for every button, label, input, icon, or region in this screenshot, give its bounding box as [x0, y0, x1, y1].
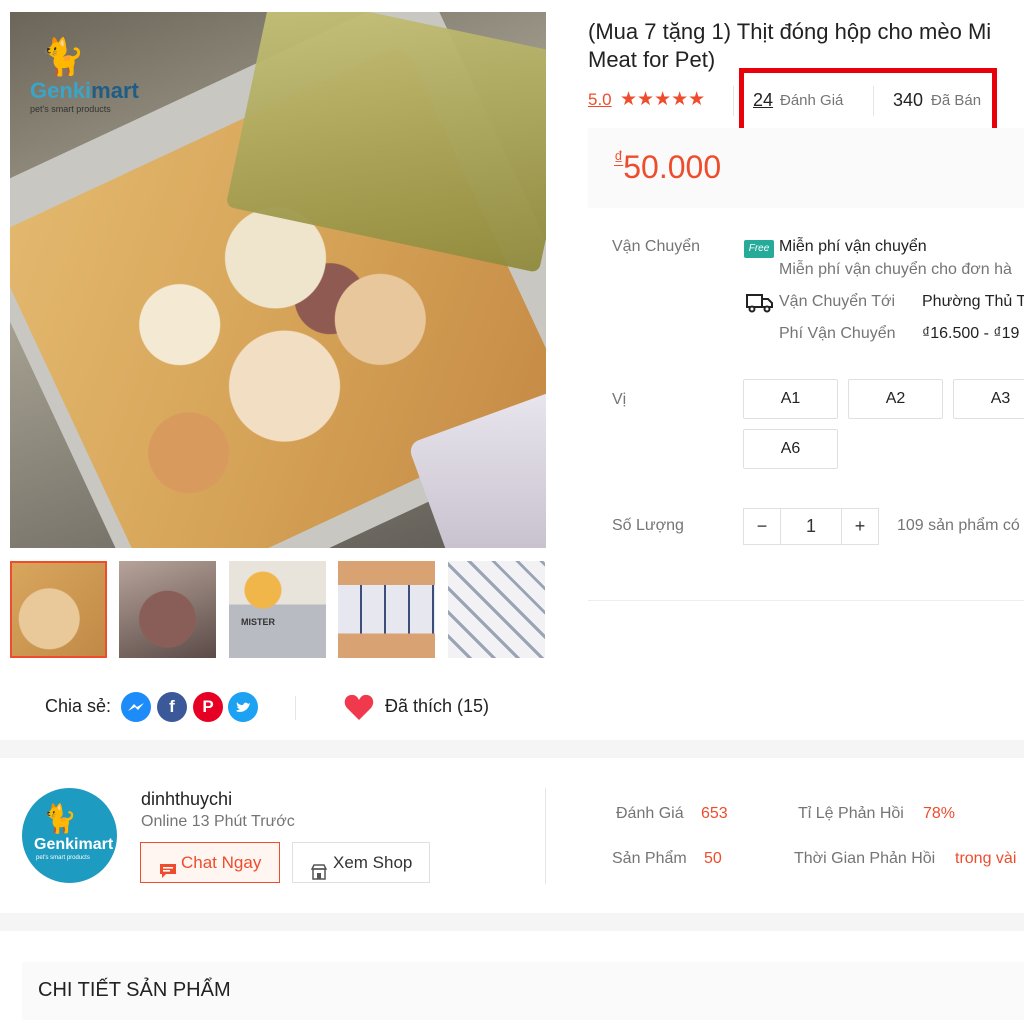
free-shipping-sub: Miễn phí vận chuyển cho đơn hà — [779, 261, 1012, 278]
avatar-brand-b: mart — [78, 836, 114, 853]
avatar-cat-icon: 🐈 — [42, 803, 77, 834]
shop-products-value: 50 — [704, 850, 722, 867]
price-value: 50.000 — [623, 149, 722, 185]
shipping-label: Vận Chuyển — [612, 238, 701, 255]
ship-to-label: Vận Chuyển Tới — [779, 293, 896, 310]
liked-count[interactable]: Đã thích (15) — [385, 696, 489, 717]
view-shop-button[interactable]: Xem Shop — [292, 842, 430, 883]
rating-divider — [733, 86, 734, 116]
chat-now-label: Chat Ngay — [181, 853, 262, 872]
share-divider — [295, 696, 296, 720]
view-shop-label: Xem Shop — [333, 853, 413, 872]
logo-tagline: pet's smart products — [30, 104, 111, 114]
variant-option-a3[interactable]: A3 — [953, 379, 1024, 419]
variant-option-a2[interactable]: A2 — [848, 379, 943, 419]
ship-fee-label: Phí Vận Chuyển — [779, 325, 896, 342]
highlight-box — [739, 68, 997, 135]
thumbnail-strip: MISTER — [10, 561, 546, 658]
variant-option-a1[interactable]: A1 — [743, 379, 838, 419]
twitter-icon[interactable] — [228, 692, 258, 722]
variant-label: Vị — [612, 391, 627, 408]
quantity-plus-button[interactable]: + — [841, 508, 879, 545]
product-price: ₫50.000 — [614, 148, 721, 186]
logo-brand-b: mart — [91, 78, 139, 103]
response-rate-value: 78% — [923, 805, 956, 822]
avatar-brand: Genkimart — [34, 836, 113, 854]
ship-fee-value: ₫16.500 - ₫19 — [922, 325, 1020, 342]
shop-ratings-label: Đánh Giá — [616, 805, 684, 822]
shop-products-label: Sản Phẩm — [612, 850, 687, 867]
quantity-label: Số Lượng — [612, 517, 684, 534]
section-gap-1 — [0, 740, 1024, 758]
quantity-minus-button[interactable]: − — [743, 508, 781, 545]
cat-icon: 🐈 — [40, 36, 85, 77]
facebook-icon[interactable]: f — [157, 692, 187, 722]
stock-text: 109 sản phẩm có — [897, 517, 1020, 534]
thumbnail-4[interactable] — [338, 561, 435, 658]
shop-avatar[interactable]: 🐈 Genkimart pet's smart products — [22, 788, 117, 883]
response-time-value: trong vài — [955, 850, 1017, 867]
avatar-brand-a: Genki — [34, 836, 79, 853]
shop-online-status: Online 13 Phút Trước — [141, 813, 295, 830]
free-shipping-title: Miễn phí vận chuyển — [779, 238, 927, 255]
currency-symbol: ₫ — [614, 148, 624, 168]
free-shipping-icon: Free — [744, 240, 774, 258]
thumbnail-2[interactable] — [119, 561, 216, 658]
response-time-label: Thời Gian Phản Hồi — [794, 850, 936, 867]
pinterest-icon[interactable]: P — [193, 692, 223, 722]
chat-now-button[interactable]: Chat Ngay — [140, 842, 280, 883]
messenger-icon[interactable] — [121, 692, 151, 722]
variant-option-a6[interactable]: A6 — [743, 429, 838, 469]
thumbnail-can-label: MISTER — [241, 617, 276, 627]
shop-name[interactable]: dinhthuychi — [141, 789, 232, 810]
shop-ratings-value: 653 — [701, 805, 728, 822]
section-gap-2 — [0, 913, 1024, 931]
thumbnail-1[interactable] — [10, 561, 107, 658]
store-icon — [310, 855, 328, 894]
share-label: Chia sẻ: — [45, 696, 112, 716]
thumbnail-5[interactable] — [448, 561, 545, 658]
product-title: (Mua 7 tặng 1) Thịt đóng hộp cho mèo Mi … — [588, 18, 1024, 74]
response-rate-label: Tỉ Lệ Phản Hồi — [798, 805, 904, 822]
chat-icon — [159, 854, 177, 893]
rating-value[interactable]: 5.0 — [588, 90, 612, 110]
truck-icon — [746, 292, 774, 319]
quantity-input[interactable]: 1 — [780, 508, 842, 545]
logo-brand-a: Genki — [30, 78, 92, 103]
heart-icon[interactable] — [342, 690, 376, 724]
shop-divider — [545, 788, 546, 884]
avatar-tagline: pet's smart products — [36, 855, 90, 861]
watermark-logo: 🐈 Genkimart pet's smart products — [28, 32, 148, 114]
thumbnail-3[interactable]: MISTER — [229, 561, 326, 658]
ship-to-value[interactable]: Phường Thủ T — [922, 293, 1024, 311]
info-divider — [588, 600, 1024, 601]
main-product-image[interactable]: 🐈 Genkimart pet's smart products — [10, 12, 546, 548]
product-title-line1: (Mua 7 tặng 1) Thịt đóng hộp cho mèo Mi — [588, 19, 992, 44]
product-details-title: CHI TIẾT SẢN PHẨM — [38, 979, 231, 1001]
rating-stars: ★★★★★ — [620, 89, 706, 110]
